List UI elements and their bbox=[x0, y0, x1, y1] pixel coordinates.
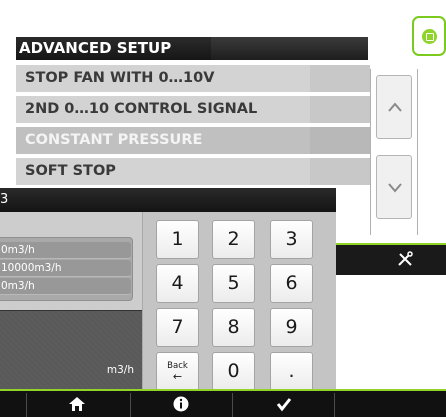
chevron-up-icon bbox=[388, 102, 402, 112]
key-2[interactable]: 2 bbox=[212, 220, 255, 259]
setup-toolbar bbox=[335, 243, 446, 275]
value-input[interactable]: m3/h bbox=[0, 310, 142, 391]
bar-divider bbox=[26, 393, 27, 417]
range-value: 10000m3/h bbox=[0, 260, 131, 277]
key-7[interactable]: 7 bbox=[156, 308, 199, 347]
value-panel: 0m3/h 10000m3/h 0m3/h m3/h bbox=[0, 212, 143, 391]
setup-item-label: 2ND 0…10 CONTROL SIGNAL bbox=[25, 101, 258, 117]
range-value: 0m3/h bbox=[0, 242, 131, 259]
chevron-down-icon bbox=[388, 183, 402, 193]
setup-item-second-control-signal[interactable]: 2ND 0…10 CONTROL SIGNAL bbox=[16, 96, 370, 123]
keypad-dialog: 3 0m3/h 10000m3/h 0m3/h m3/h 1 2 3 4 5 6… bbox=[0, 188, 336, 391]
range-value: 0m3/h bbox=[0, 278, 131, 295]
key-0[interactable]: 0 bbox=[212, 352, 255, 391]
key-decimal[interactable]: . bbox=[270, 352, 313, 391]
info-icon[interactable] bbox=[172, 395, 190, 413]
bar-divider bbox=[232, 393, 233, 417]
key-5[interactable]: 5 bbox=[212, 264, 255, 303]
bar-divider bbox=[334, 393, 335, 417]
key-8[interactable]: 8 bbox=[212, 308, 255, 347]
status-led-icon bbox=[422, 29, 437, 44]
setup-item-label: STOP FAN WITH 0…10V bbox=[25, 70, 215, 86]
key-1[interactable]: 1 bbox=[156, 220, 199, 259]
range-box: 0m3/h 10000m3/h 0m3/h bbox=[0, 237, 133, 301]
backspace-button[interactable]: Back ← bbox=[156, 352, 199, 391]
value-unit: m3/h bbox=[106, 364, 134, 376]
setup-item-constant-pressure[interactable]: CONSTANT PRESSURE bbox=[16, 127, 370, 154]
scroll-panel bbox=[370, 69, 418, 235]
key-3[interactable]: 3 bbox=[270, 220, 313, 259]
setup-header: ADVANCED SETUP bbox=[16, 37, 368, 60]
setup-item-label: SOFT STOP bbox=[25, 163, 116, 179]
status-led-button[interactable] bbox=[412, 16, 446, 56]
page-title: ADVANCED SETUP bbox=[19, 39, 172, 57]
key-6[interactable]: 6 bbox=[270, 264, 313, 303]
scroll-down-button[interactable] bbox=[376, 155, 412, 219]
home-icon[interactable] bbox=[68, 395, 86, 413]
setup-item-label: CONSTANT PRESSURE bbox=[25, 132, 203, 148]
key-4[interactable]: 4 bbox=[156, 264, 199, 303]
tools-icon[interactable] bbox=[397, 251, 413, 267]
setup-item-stop-fan[interactable]: STOP FAN WITH 0…10V bbox=[16, 65, 370, 92]
bottom-bar bbox=[0, 389, 446, 417]
bar-divider bbox=[130, 393, 131, 417]
setup-item-soft-stop[interactable]: SOFT STOP bbox=[16, 158, 370, 185]
scroll-up-button[interactable] bbox=[376, 75, 412, 139]
back-arrow-icon: ← bbox=[172, 370, 183, 383]
dialog-title: 3 bbox=[0, 188, 336, 212]
key-9[interactable]: 9 bbox=[270, 308, 313, 347]
checkmark-icon[interactable] bbox=[275, 395, 293, 413]
